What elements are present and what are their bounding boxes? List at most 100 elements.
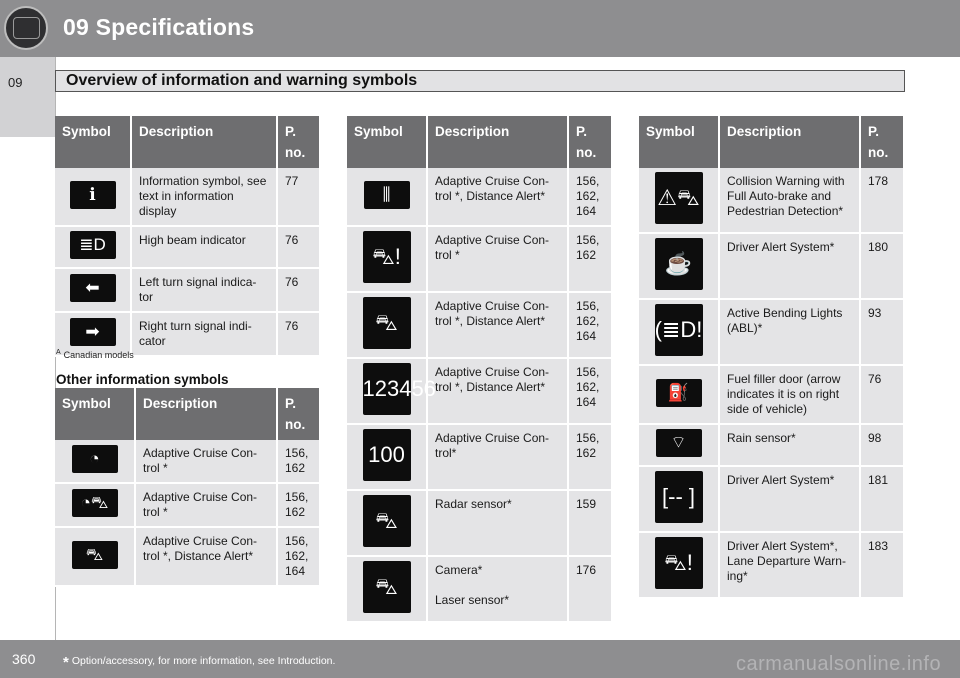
icon-glyph: ⛍ [375,508,398,533]
distance-bars-icon: ⫼ [363,180,410,209]
footer-note-text: Option/accessory, for more information, … [71,655,336,667]
footnote-marker: A [56,349,61,356]
icon-glyph: ➡ [85,322,100,341]
icon-glyph: ⛍ [375,310,398,335]
page-cell: 156, 162, 164 [277,527,319,587]
symbols-table-top-left: Symbol Description P. no. ℹ Information s… [55,116,319,357]
page-cell: 156, 162 [568,226,611,293]
section-title: Overview of information and warning symb… [66,72,418,89]
table-row: ⛍ Camera* Laser sensor* 176 [347,556,611,623]
icon-glyph: ⌔ [670,433,687,452]
camera-icon: ⛍ [362,561,411,613]
table-row: ⛍ Radar sensor* 159 [347,490,611,557]
table-row: ⛽ Fuel filler door (arrow indicates it is… [639,365,903,425]
description-cell: Information symbol, see text in informat… [131,168,278,227]
description-cell: Adaptive Cruise Con-trol *, Distance Ale… [427,358,569,425]
page-cell: 77 [277,168,319,227]
icon-glyph: ⛽ [667,382,690,402]
page-cell: 76 [277,268,319,313]
symbol-cell: ◔ [55,440,136,484]
chapter-side-tab[interactable]: 09 [0,57,55,137]
symbol-cell: ⛽ [639,365,720,425]
table-row: (≣D! Active Bending Lights (ABL)* 93 [639,299,903,366]
table-row: ⛍ Adaptive Cruise Con-trol *, Distance Al… [347,292,611,359]
other-symbols-heading: Other information symbols [56,372,229,387]
icon-glyph: ⛍ [85,544,104,564]
chapter-title: 09 Specifications [63,14,255,40]
page-cell: 156, 162 [568,424,611,491]
icon-glyph: ⚠⛍ [657,185,700,210]
symbols-table-bottom-left: Symbol Description P. no. ◔ Adaptive Crui… [55,388,319,587]
lane-bracket-icon: [-- ] [654,471,703,523]
icon-glyph: [-- ] [662,484,695,509]
lane-departure-icon: ⛍! [654,537,703,589]
icon-glyph: ☕ [664,251,693,276]
watermark: carmanualsonline.info [736,653,942,675]
table-row: 100 Adaptive Cruise Con-trol* 156, 162 [347,424,611,491]
car-road-icon: ⛍ [362,297,411,349]
column-header-symbol: Symbol [55,388,136,440]
page-cell: 76 [860,365,903,425]
symbol-cell: ⛍ [55,527,136,587]
symbol-cell: ⛍ [347,556,428,623]
description-cell: Adaptive Cruise Con-trol * [135,483,278,528]
description-cell: Adaptive Cruise Con-trol *, Distance Ale… [427,292,569,359]
page-cell: 159 [568,490,611,557]
side-tab-label: 09 [8,75,23,90]
symbol-cell: ⛍ [347,292,428,359]
description-cell: Adaptive Cruise Con-trol* [427,424,569,491]
table-row: ⚠⛍ Collision Warning with Full Auto-brake… [639,168,903,234]
description-cell: Collision Warning with Full Auto-brake a… [719,168,861,234]
column-header-page: P. no. [277,388,319,440]
icon-glyph: ⛍ [375,574,398,599]
page-number: 360 [12,651,36,667]
description-cell: Left turn signal indica-tor [131,268,278,313]
page-cell: 156, 162 [277,483,319,528]
icon-glyph: ⛍! [664,550,693,575]
description-cell: Driver Alert System*, Lane Departure War… [719,532,861,599]
information-icon: ℹ [69,180,116,209]
description-cell: Adaptive Cruise Con-trol * [427,226,569,293]
symbols-table-right: Symbol Description P. no. ⚠⛍ Collision Wa… [639,116,903,599]
footnote-text: Canadian models [63,350,134,360]
column-header-page: P. no. [860,116,903,168]
icon-glyph: ⬅ [85,278,100,297]
page-cell: 76 [277,226,319,269]
icon-glyph: (≣D! [654,317,703,342]
table-row: ⌔ Rain sensor* 98 [639,424,903,467]
symbol-cell: [-- ] [639,466,720,533]
icon-glyph: ℹ [89,184,96,204]
column-header-description: Description [719,116,861,168]
high-beam-icon: ≣D [69,231,116,259]
icon-glyph: ◔⛍ [80,493,109,512]
right-turn-signal-icon: ➡ [69,318,116,346]
symbol-cell: 100 [347,424,428,491]
table-row: ◔ Adaptive Cruise Con-trol * 156, 162 [55,440,319,484]
collision-warning-icon: ⚠⛍ [654,172,703,224]
bending-lights-icon: (≣D! [654,304,703,356]
icon-glyph: ◔ [89,449,100,468]
page-cell: 156, 162 [277,440,319,484]
car-distance-icon: ⛍ [71,540,118,569]
table-row: ☕ Driver Alert System* 180 [639,233,903,300]
page-cell: 98 [860,424,903,467]
symbol-cell: ⫼ [347,168,428,227]
speedometer-car-icon: ◔⛍ [71,489,118,517]
footer-asterisk: * [63,654,69,671]
chapter-header: 09 Specifications [0,0,960,57]
footnote: A Canadian models [56,349,134,360]
symbol-cell: ⌔ [639,424,720,467]
fuel-door-icon: ⛽ [655,378,702,407]
page-cell: 180 [860,233,903,300]
table-row: ◔⛍ Adaptive Cruise Con-trol * 156, 162 [55,483,319,528]
page-cell: 176 [568,556,611,623]
description-cell: Right turn signal indi-cator [131,312,278,357]
footer-note: * Option/accessory, for more information,… [63,654,335,671]
section-title-bar: Overview of information and warning symb… [55,70,905,92]
symbol-cell: ≣D [55,226,132,269]
symbol-cell: ◔⛍ [55,483,136,528]
chapter-logo-icon [4,6,48,50]
speed-gauge-icon: 123456 [362,363,436,415]
car-warning-icon: ⛍! [362,231,411,283]
symbols-table-middle: Symbol Description P. no. ⫼ Adaptive Crui… [347,116,611,623]
